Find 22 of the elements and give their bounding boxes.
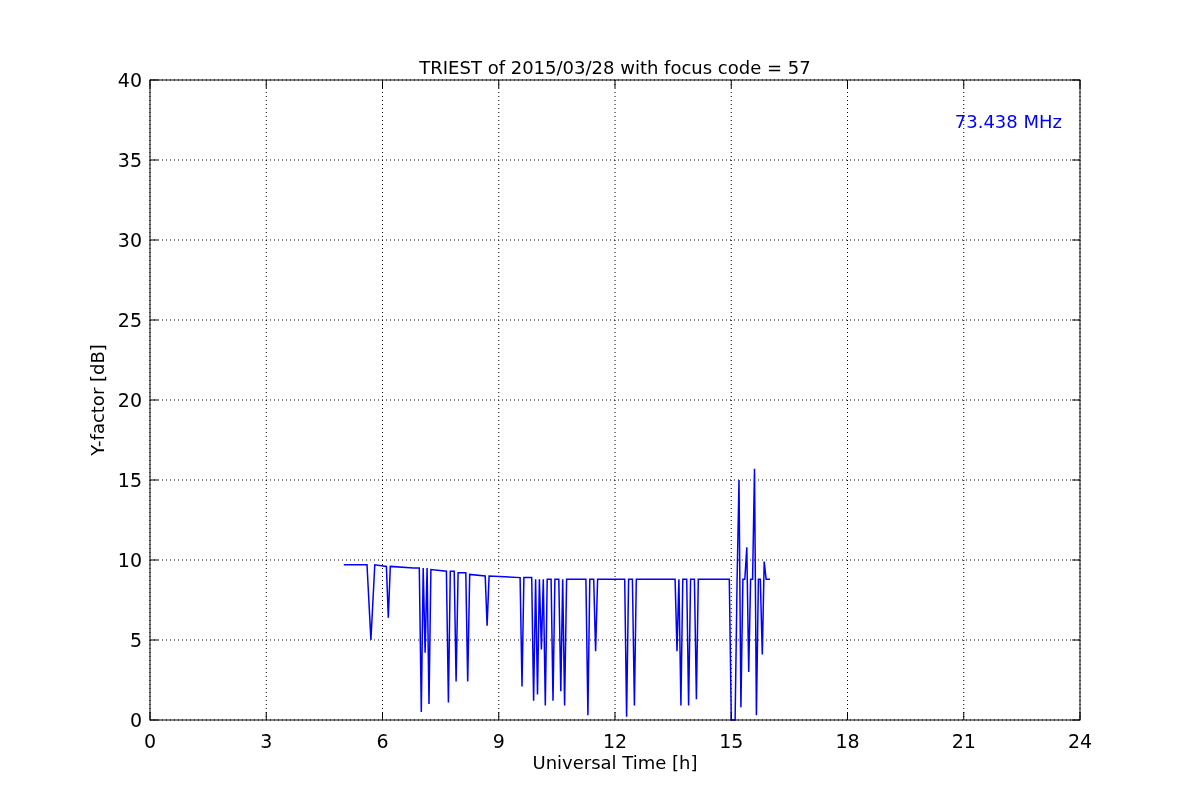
y-tick-label: 30 bbox=[117, 229, 142, 251]
y-tick-label: 35 bbox=[117, 149, 142, 171]
y-tick-label: 20 bbox=[117, 389, 142, 411]
chart-title: TRIEST of 2015/03/28 with focus code = 57 bbox=[419, 57, 811, 78]
x-tick-label: 9 bbox=[492, 730, 505, 752]
x-axis-label: Universal Time [h] bbox=[532, 752, 698, 773]
y-tick-label: 10 bbox=[117, 549, 142, 571]
x-tick-label: 21 bbox=[951, 730, 976, 752]
x-tick-label: 12 bbox=[602, 730, 628, 752]
y-axis-label: Y-factor [dB] bbox=[87, 344, 108, 456]
y-tick-label: 15 bbox=[117, 469, 142, 491]
y-tick-label: 40 bbox=[117, 69, 142, 91]
x-tick-label: 6 bbox=[376, 730, 389, 752]
x-tick-label: 18 bbox=[835, 730, 860, 752]
y-tick-label: 5 bbox=[129, 629, 142, 651]
x-tick-label: 3 bbox=[260, 730, 273, 752]
x-tick-label: 15 bbox=[719, 730, 744, 752]
x-tick-label: 24 bbox=[1067, 730, 1093, 752]
y-tick-label: 25 bbox=[117, 309, 142, 331]
x-tick-label: 0 bbox=[143, 730, 157, 752]
y-tick-label: 0 bbox=[129, 709, 142, 731]
frequency-label: 73.438 MHz bbox=[954, 111, 1062, 132]
